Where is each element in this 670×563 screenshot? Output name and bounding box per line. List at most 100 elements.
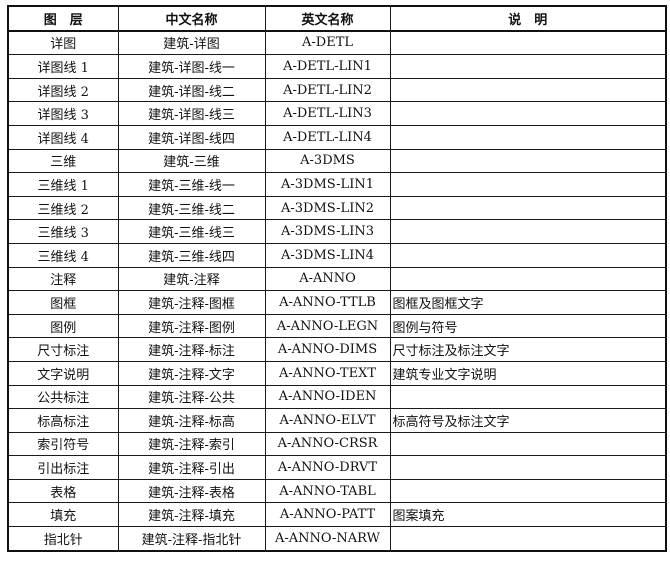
table-row: 详图线 2 建筑-详图-线二 A-DETL-LIN2: [7, 77, 667, 103]
cell-english-name: A-3DMS-LIN3: [264, 219, 391, 244]
cell-layer: 公共标注: [7, 384, 119, 410]
cell-layer: 索引符号: [7, 431, 119, 457]
cell-chinese-name: 建筑-三维-线三: [117, 219, 266, 244]
cell-layer: 尺寸标注: [7, 337, 119, 362]
header-description: 说 明: [389, 5, 667, 32]
cell-chinese-name: 建筑-注释-标高: [117, 408, 266, 433]
layer-table: 图 层 中文名称 英文名称 说 明 详图 建筑-详图 A-DETL 详图线 1 建筑-详…: [7, 5, 667, 552]
cell-english-name: A-ANNO-NARW: [264, 526, 391, 552]
cell-description: [389, 195, 667, 221]
cell-english-name: A-ANNO-CRSR: [264, 431, 391, 457]
cell-chinese-name: 建筑-注释-指北针: [117, 526, 266, 552]
cell-layer: 引出标注: [7, 455, 119, 480]
cell-chinese-name: 建筑-三维-线二: [117, 195, 266, 221]
table-row: 详图 建筑-详图 A-DETL: [7, 30, 667, 56]
table-row: 尺寸标注 建筑-注释-标注 A-ANNO-DIMS 尺寸标注及标注文字: [7, 337, 667, 362]
cell-english-name: A-ANNO-PATT: [264, 502, 391, 528]
cell-chinese-name: 建筑-详图: [117, 30, 266, 56]
header-english-name: 英文名称: [264, 5, 391, 32]
cell-description: 标高符号及标注文字: [389, 408, 667, 433]
cell-english-name: A-DETL-LIN4: [264, 124, 391, 150]
cell-chinese-name: 建筑-注释-引出: [117, 455, 266, 480]
cell-chinese-name: 建筑-三维-线四: [117, 242, 266, 268]
cell-english-name: A-3DMS-LIN4: [264, 242, 391, 268]
table-row: 索引符号 建筑-注释-索引 A-ANNO-CRSR: [7, 431, 667, 457]
table-row: 详图线 4 建筑-详图-线四 A-DETL-LIN4: [7, 124, 667, 150]
cell-layer: 三维线 3: [7, 219, 119, 244]
cell-layer: 注释: [7, 266, 119, 292]
table-row: 表格 建筑-注释-表格 A-ANNO-TABL: [7, 478, 667, 504]
table-row: 三维 建筑-三维 A-3DMS: [7, 148, 667, 174]
table-row: 文字说明 建筑-注释-文字 A-ANNO-TEXT 建筑专业文字说明: [7, 360, 667, 386]
table-row: 注释 建筑-注释 A-ANNO: [7, 266, 667, 292]
cell-chinese-name: 建筑-注释-图框: [117, 290, 266, 315]
cell-description: 图例与符号: [389, 313, 667, 339]
table-row: 三维线 4 建筑-三维-线四 A-3DMS-LIN4: [7, 242, 667, 268]
header-layer: 图 层: [7, 5, 119, 32]
cell-description: [389, 77, 667, 103]
cell-english-name: A-3DMS-LIN1: [264, 172, 391, 197]
cell-layer: 图例: [7, 313, 119, 339]
table-row: 填充 建筑-注释-填充 A-ANNO-PATT 图案填充: [7, 502, 667, 528]
cell-description: [389, 478, 667, 504]
cell-english-name: A-ANNO: [264, 266, 391, 292]
cell-layer: 详图线 2: [7, 77, 119, 103]
table-row: 三维线 1 建筑-三维-线一 A-3DMS-LIN1: [7, 172, 667, 197]
cell-chinese-name: 建筑-详图-线四: [117, 124, 266, 150]
table-row: 三维线 2 建筑-三维-线二 A-3DMS-LIN2: [7, 195, 667, 221]
table-row: 标高标注 建筑-注释-标高 A-ANNO-ELVT 标高符号及标注文字: [7, 408, 667, 433]
cell-chinese-name: 建筑-注释: [117, 266, 266, 292]
table-row: 公共标注 建筑-注释-公共 A-ANNO-IDEN: [7, 384, 667, 410]
cell-layer: 详图线 3: [7, 101, 119, 126]
cell-english-name: A-DETL-LIN3: [264, 101, 391, 126]
cell-description: [389, 54, 667, 79]
table-header: 图 层 中文名称 英文名称 说 明: [7, 5, 667, 32]
header-row: 图 层 中文名称 英文名称 说 明: [7, 5, 667, 32]
cell-english-name: A-ANNO-LEGN: [264, 313, 391, 339]
cell-english-name: A-3DMS: [264, 148, 391, 174]
cell-layer: 填充: [7, 502, 119, 528]
cell-layer: 文字说明: [7, 360, 119, 386]
cell-layer: 三维线 2: [7, 195, 119, 221]
cell-layer: 详图线 4: [7, 124, 119, 150]
cell-description: [389, 266, 667, 292]
cell-english-name: A-DETL-LIN1: [264, 54, 391, 79]
cell-description: [389, 124, 667, 150]
cell-english-name: A-DETL: [264, 30, 391, 56]
cell-layer: 标高标注: [7, 408, 119, 433]
cell-chinese-name: 建筑-注释-索引: [117, 431, 266, 457]
cell-english-name: A-ANNO-TABL: [264, 478, 391, 504]
cell-layer: 详图: [7, 30, 119, 56]
cell-layer: 表格: [7, 478, 119, 504]
cell-description: [389, 172, 667, 197]
cell-chinese-name: 建筑-注释-表格: [117, 478, 266, 504]
cell-english-name: A-ANNO-TEXT: [264, 360, 391, 386]
cell-chinese-name: 建筑-注释-图例: [117, 313, 266, 339]
table-row: 详图线 3 建筑-详图-线三 A-DETL-LIN3: [7, 101, 667, 126]
cell-chinese-name: 建筑-详图-线三: [117, 101, 266, 126]
cell-english-name: A-ANNO-IDEN: [264, 384, 391, 410]
cell-english-name: A-3DMS-LIN2: [264, 195, 391, 221]
cell-chinese-name: 建筑-三维-线一: [117, 172, 266, 197]
header-chinese-name: 中文名称: [117, 5, 266, 32]
cell-english-name: A-DETL-LIN2: [264, 77, 391, 103]
cell-layer: 三维线 1: [7, 172, 119, 197]
table-row: 详图线 1 建筑-详图-线一 A-DETL-LIN1: [7, 54, 667, 79]
cell-description: 图案填充: [389, 502, 667, 528]
cell-english-name: A-ANNO-ELVT: [264, 408, 391, 433]
layer-table-container: 图 层 中文名称 英文名称 说 明 详图 建筑-详图 A-DETL 详图线 1 建筑-详…: [7, 5, 667, 552]
table-body: 详图 建筑-详图 A-DETL 详图线 1 建筑-详图-线一 A-DETL-LIN1 详图线…: [7, 30, 667, 552]
cell-description: 建筑专业文字说明: [389, 360, 667, 386]
cell-layer: 指北针: [7, 526, 119, 552]
cell-english-name: A-ANNO-TTLB: [264, 290, 391, 315]
cell-layer: 三维线 4: [7, 242, 119, 268]
cell-english-name: A-ANNO-DRVT: [264, 455, 391, 480]
cell-layer: 三维: [7, 148, 119, 174]
cell-description: [389, 30, 667, 56]
cell-description: 尺寸标注及标注文字: [389, 337, 667, 362]
table-row: 引出标注 建筑-注释-引出 A-ANNO-DRVT: [7, 455, 667, 480]
cell-english-name: A-ANNO-DIMS: [264, 337, 391, 362]
cell-chinese-name: 建筑-注释-填充: [117, 502, 266, 528]
cell-description: [389, 431, 667, 457]
cell-chinese-name: 建筑-详图-线一: [117, 54, 266, 79]
